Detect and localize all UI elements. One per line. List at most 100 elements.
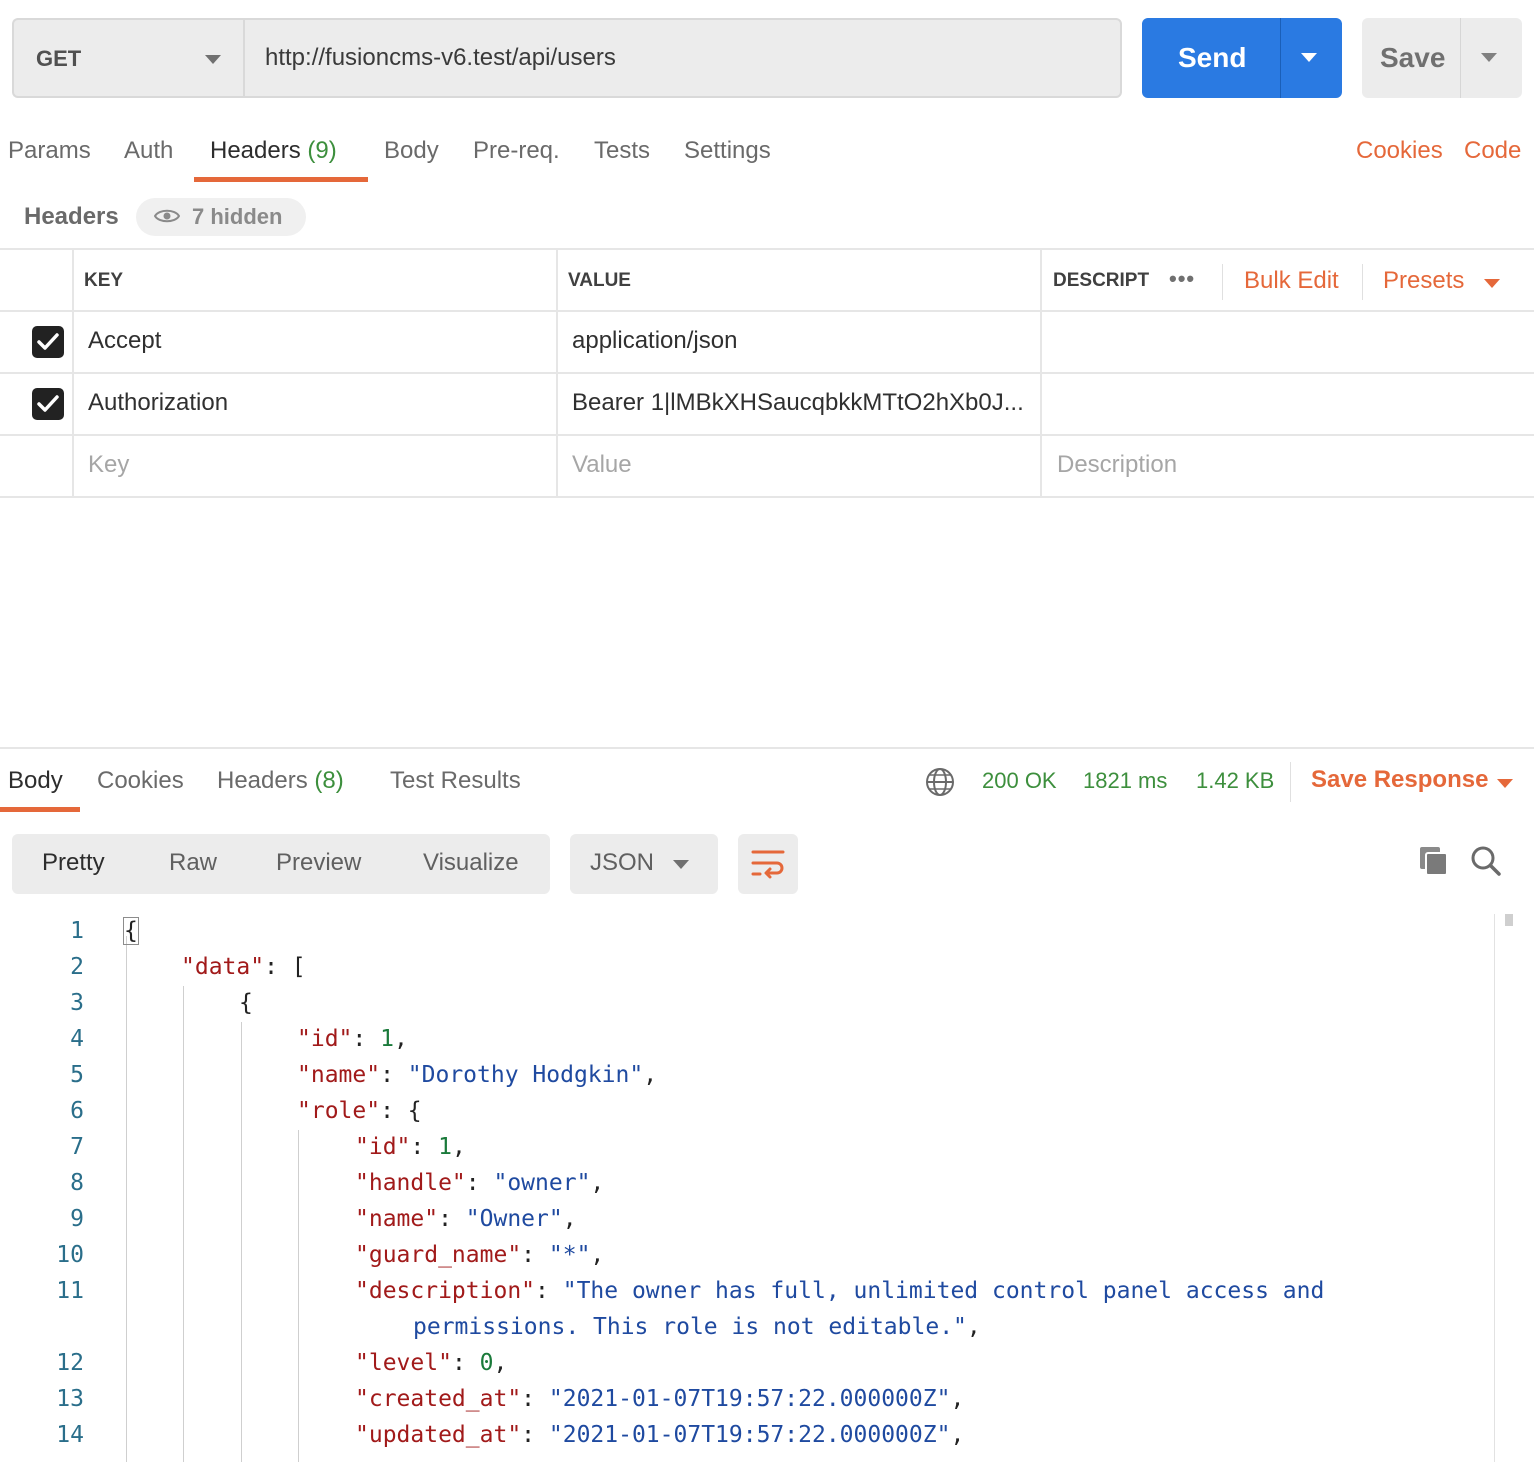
line-number: 12 (56, 1350, 84, 1376)
presets-button[interactable]: Presets (1383, 267, 1464, 295)
tab-settings[interactable]: Settings (684, 137, 771, 165)
response-tab-headers[interactable]: Headers (8) (217, 767, 344, 795)
send-button[interactable]: Send (1142, 18, 1342, 98)
code-line: "name": "Dorothy Hodgkin", (297, 1062, 658, 1088)
toolbar-divider (1222, 264, 1223, 300)
code-line: "level": 0, (355, 1350, 508, 1376)
response-tab-cookies[interactable]: Cookies (97, 767, 184, 795)
format-toggle-group: Pretty Raw Preview Visualize (12, 834, 550, 894)
chevron-down-icon (205, 55, 221, 64)
table-border-row1 (0, 372, 1534, 374)
response-headers-label: Headers (217, 767, 308, 794)
status-code[interactable]: 200 OK (982, 768, 1057, 794)
response-time[interactable]: 1821 ms (1083, 768, 1167, 794)
response-tab-test-results[interactable]: Test Results (390, 767, 521, 795)
hidden-headers-toggle[interactable]: 7 hidden (136, 198, 306, 236)
language-select[interactable]: JSON (570, 834, 718, 894)
table-border-header (0, 310, 1534, 312)
bulk-edit-button[interactable]: Bulk Edit (1244, 267, 1339, 295)
column-divider (1040, 249, 1042, 497)
url-input[interactable]: http://fusioncms-v6.test/api/users (243, 18, 1122, 98)
active-response-tab-indicator (0, 807, 80, 812)
line-number: 10 (56, 1242, 84, 1268)
headers-section-title: Headers (24, 203, 119, 230)
format-pretty-button[interactable]: Pretty (42, 849, 105, 877)
header-value-cell[interactable]: Bearer 1|lMBkXHSaucqbkkMTtO2hXb0J... (572, 389, 1024, 417)
send-label: Send (1178, 42, 1247, 73)
active-tab-indicator (194, 177, 368, 182)
wrap-lines-icon (751, 850, 785, 879)
new-key-input[interactable]: Key (88, 451, 129, 479)
table-border-top (0, 248, 1534, 250)
send-options-chevron-icon[interactable] (1301, 53, 1317, 62)
header-value-cell[interactable]: application/json (572, 327, 737, 355)
response-size[interactable]: 1.42 KB (1196, 768, 1274, 794)
tab-tests[interactable]: Tests (594, 137, 650, 165)
more-options-icon[interactable]: ••• (1169, 266, 1195, 292)
method-label: GET (36, 46, 82, 71)
format-visualize-button[interactable]: Visualize (423, 849, 519, 877)
header-key-cell[interactable]: Accept (88, 327, 161, 355)
line-number: 13 (56, 1386, 84, 1412)
scrollbar-thumb[interactable] (1505, 914, 1513, 926)
header-enabled-checkbox[interactable] (32, 326, 64, 358)
cookies-link[interactable]: Cookies (1356, 137, 1443, 165)
search-icon[interactable] (1470, 845, 1502, 877)
code-line: "handle": "owner", (355, 1170, 605, 1196)
indent-guide (241, 1022, 242, 1462)
code-line: "description": "The owner has full, unli… (355, 1278, 1325, 1304)
language-label: JSON (590, 849, 655, 876)
code-line: "data": [ (181, 954, 306, 980)
code-line: "guard_name": "*", (355, 1242, 605, 1268)
response-divider (0, 747, 1534, 749)
status-divider (1290, 762, 1291, 802)
code-line: "name": "Owner", (355, 1206, 577, 1232)
header-enabled-checkbox[interactable] (32, 388, 64, 420)
url-text: http://fusioncms-v6.test/api/users (265, 44, 616, 71)
line-number: 3 (70, 990, 84, 1016)
new-description-input[interactable]: Description (1057, 451, 1177, 479)
code-line: "updated_at": "2021-01-07T19:57:22.00000… (355, 1422, 965, 1448)
code-line: { (239, 990, 253, 1016)
code-line: "id": 1, (355, 1134, 466, 1160)
eye-icon (154, 209, 180, 223)
scrollbar-track[interactable] (1494, 914, 1495, 1462)
column-divider (72, 249, 74, 497)
response-body-viewer[interactable]: 1 { 2 "data": [ 3 { 4 "id": 1, 5 "name":… (0, 914, 1534, 1462)
tab-headers-count: (9) (307, 137, 337, 164)
code-line: "id": 1, (297, 1026, 408, 1052)
table-border-row2 (0, 434, 1534, 436)
header-key-cell[interactable]: Authorization (88, 389, 228, 417)
response-tab-body[interactable]: Body (8, 767, 63, 795)
new-value-input[interactable]: Value (572, 451, 632, 479)
tab-params[interactable]: Params (8, 137, 91, 165)
wrap-lines-button[interactable] (738, 834, 798, 894)
line-number: 14 (56, 1422, 84, 1448)
format-raw-button[interactable]: Raw (169, 849, 217, 877)
toolbar-divider (1362, 264, 1363, 300)
method-select[interactable]: GET (12, 18, 244, 98)
presets-chevron-icon[interactable] (1484, 279, 1500, 288)
indent-guide (126, 936, 127, 1462)
code-link[interactable]: Code (1464, 137, 1521, 165)
save-response-button[interactable]: Save Response (1311, 766, 1488, 794)
save-options-chevron-icon[interactable] (1481, 53, 1497, 62)
tab-body[interactable]: Body (384, 137, 439, 165)
column-header-value: VALUE (568, 270, 631, 291)
tab-headers[interactable]: Headers (9) (210, 137, 337, 165)
tab-prereq[interactable]: Pre-req. (473, 137, 560, 165)
checkmark-icon (37, 395, 59, 412)
tab-auth[interactable]: Auth (124, 137, 173, 165)
column-divider (556, 249, 558, 497)
indent-guide (298, 1130, 299, 1462)
save-button[interactable]: Save (1362, 18, 1522, 98)
save-label: Save (1380, 42, 1446, 73)
save-response-chevron-icon[interactable] (1497, 779, 1513, 788)
copy-icon[interactable] (1418, 845, 1450, 877)
line-number: 7 (70, 1134, 84, 1160)
line-number: 4 (70, 1026, 84, 1052)
code-line-wrapped: permissions. This role is not editable."… (413, 1314, 981, 1340)
hidden-count-label: 7 hidden (192, 204, 283, 229)
format-preview-button[interactable]: Preview (276, 849, 361, 877)
globe-icon[interactable] (925, 767, 955, 797)
